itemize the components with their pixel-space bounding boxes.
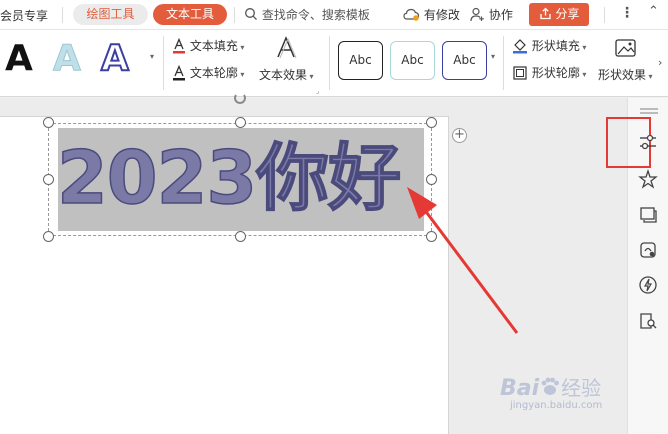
text-effect-icon[interactable] <box>273 36 299 63</box>
shape-outline-label: 形状轮廓 <box>531 66 580 80</box>
book-search-icon[interactable] <box>636 309 660 333</box>
shape-outline-icon <box>513 66 527 80</box>
resize-handle-n[interactable] <box>235 117 246 128</box>
paw-logo-icon <box>541 377 560 395</box>
shape-fill-label: 形状填充 <box>531 39 580 53</box>
search-icon <box>245 8 257 20</box>
search-box[interactable]: 查找命令、搜索模板 <box>244 6 370 23</box>
divider <box>503 36 504 90</box>
share-label: 分享 <box>555 7 580 21</box>
drag-grip[interactable] <box>640 112 658 114</box>
watermark-brand: Bai <box>500 376 540 401</box>
more-menu-icon[interactable]: ⋮ <box>620 5 634 21</box>
resize-handle-s[interactable] <box>235 231 246 242</box>
preset-expand-icon[interactable]: ▾ <box>491 52 495 61</box>
divider <box>163 36 164 90</box>
divider <box>62 7 63 23</box>
text-fill-icon <box>173 37 185 54</box>
right-sidebar <box>606 98 668 434</box>
wordart-style-black[interactable]: A <box>5 38 33 79</box>
shape-effect-label: 形状效果 <box>598 68 647 82</box>
text-fill-label: 文本填充 <box>189 39 238 53</box>
chevron-up-icon[interactable]: ⌃ <box>648 4 659 19</box>
smart-tool-icon[interactable] <box>636 238 660 262</box>
divider <box>234 7 235 23</box>
lightning-icon[interactable] <box>636 273 660 297</box>
shape-effect-icon[interactable] <box>614 37 638 62</box>
tab-drawing-tools[interactable]: 绘图工具 <box>73 4 148 25</box>
divider <box>329 36 330 90</box>
annotation-arrow-icon <box>407 187 519 334</box>
share-icon <box>539 7 551 20</box>
share-button[interactable]: 分享 <box>529 3 589 26</box>
modified-status[interactable]: 有修改 <box>403 6 460 23</box>
dialog-launcher-icon[interactable]: ⌟ <box>316 87 319 95</box>
collab-button[interactable]: 协作 <box>470 6 513 23</box>
gallery-expand-icon[interactable]: ▾ <box>150 52 154 61</box>
wordart-text[interactable]: 2023你好 <box>56 133 427 233</box>
layout-frames-icon[interactable] <box>636 202 660 226</box>
shape-preset-dark[interactable]: Abc <box>338 41 383 80</box>
text-outline-label: 文本轮廓 <box>189 66 238 80</box>
divider <box>604 7 605 23</box>
vip-label[interactable]: 会员专享 <box>0 7 48 24</box>
shape-effect-button[interactable]: 形状效果 ▾ <box>598 66 653 83</box>
resize-handle-ne[interactable] <box>426 117 437 128</box>
watermark-suffix: 经验 <box>561 376 602 400</box>
ribbon-toolbar: A A A ▾ 文本填充 ▾ 文本轮廓 ▾ 文本效果 ▾ ⌟ Abc Abc A… <box>0 30 668 97</box>
add-element-icon[interactable]: + <box>452 128 467 143</box>
title-bar: 会员专享 绘图工具 文本工具 查找命令、搜索模板 有修改 协作 分享 ⋮ ⌃ <box>0 0 668 30</box>
modified-label: 有修改 <box>423 8 460 22</box>
tab-text-tools[interactable]: 文本工具 <box>153 4 227 25</box>
wordart-style-outline[interactable]: A <box>100 37 130 80</box>
watermark-url: jingyan.baidu.com <box>510 400 603 411</box>
text-outline-icon <box>173 64 185 81</box>
shape-preset-teal[interactable]: Abc <box>390 41 435 80</box>
ribbon-scroll-right-icon[interactable]: › <box>658 56 662 69</box>
rotate-handle-icon[interactable] <box>232 92 248 106</box>
shape-outline-button[interactable]: 形状轮廓 ▾ <box>512 64 586 81</box>
resize-handle-nw[interactable] <box>43 117 54 128</box>
text-fill-button[interactable]: 文本填充 ▾ <box>172 37 244 54</box>
shape-preset-blue[interactable]: Abc <box>442 41 487 80</box>
user-add-icon <box>470 7 484 22</box>
wordart-style-light-blue[interactable]: A <box>53 38 82 80</box>
cloud-sync-icon <box>403 8 420 21</box>
resize-handle-sw[interactable] <box>43 231 54 242</box>
star-magic-icon[interactable] <box>636 167 660 191</box>
paint-bucket-icon <box>513 39 527 54</box>
shape-fill-button[interactable]: 形状填充 ▾ <box>512 37 586 54</box>
resize-handle-w[interactable] <box>43 174 54 185</box>
search-placeholder: 查找命令、搜索模板 <box>261 8 370 22</box>
baidu-watermark: Bai 经验 <box>500 372 601 401</box>
text-effect-button[interactable]: 文本效果 ▾ <box>259 66 314 83</box>
text-outline-button[interactable]: 文本轮廓 ▾ <box>172 64 244 81</box>
properties-icon[interactable] <box>636 130 660 154</box>
drag-grip[interactable] <box>640 108 658 110</box>
collab-label: 协作 <box>488 8 513 22</box>
text-effect-label: 文本效果 <box>259 68 308 82</box>
